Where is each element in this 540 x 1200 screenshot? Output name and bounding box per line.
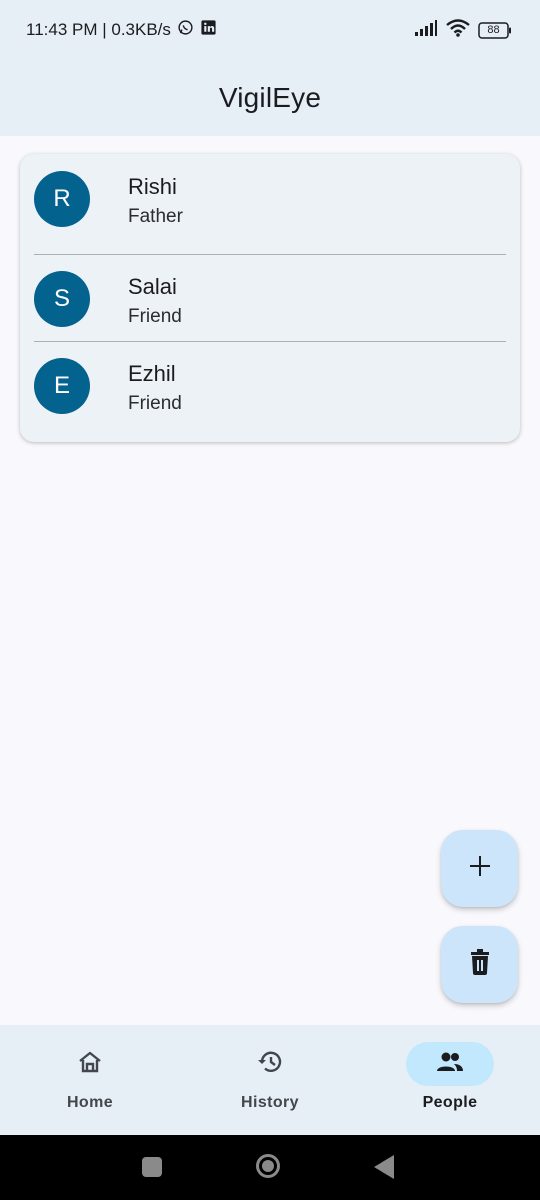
home-icon bbox=[77, 1050, 103, 1079]
nav-item-home[interactable]: Home bbox=[0, 1025, 180, 1135]
system-navigation-bar bbox=[0, 1135, 540, 1200]
status-right: 88 bbox=[414, 18, 512, 42]
circle-icon bbox=[255, 1154, 281, 1183]
list-item[interactable]: S Salai Friend bbox=[20, 254, 520, 341]
bottom-navigation: Home History People bbox=[0, 1025, 540, 1135]
status-time: 11:43 PM | 0.3KB/s bbox=[26, 20, 171, 39]
battery-icon: 88 bbox=[478, 21, 512, 39]
app-bar: VigilEye bbox=[0, 60, 540, 136]
history-icon bbox=[256, 1049, 284, 1080]
person-name: Rishi bbox=[128, 174, 177, 199]
home-system-button[interactable] bbox=[255, 1153, 281, 1184]
people-icon bbox=[435, 1051, 465, 1078]
status-bar: 11:43 PM | 0.3KB/s 88 bbox=[0, 0, 540, 60]
back-button[interactable] bbox=[374, 1155, 394, 1184]
nav-pill bbox=[226, 1042, 314, 1086]
square-icon bbox=[142, 1157, 162, 1181]
person-name: Salai bbox=[128, 274, 177, 299]
battery-level: 88 bbox=[487, 23, 500, 36]
signal-icon bbox=[414, 19, 438, 41]
whatsapp-icon bbox=[177, 19, 194, 41]
avatar: S bbox=[34, 271, 90, 327]
nav-label: History bbox=[241, 1094, 299, 1111]
wifi-icon bbox=[446, 18, 470, 42]
trash-icon bbox=[468, 949, 492, 980]
nav-pill-active bbox=[406, 1042, 494, 1086]
nav-pill bbox=[46, 1042, 134, 1086]
person-relation: Friend bbox=[128, 306, 182, 327]
list-item[interactable]: E Ezhil Friend bbox=[20, 341, 520, 428]
people-list-card: R Rishi Father S Salai Friend E Ezhil Fr… bbox=[20, 154, 520, 442]
delete-person-button[interactable] bbox=[441, 926, 518, 1003]
recents-button[interactable] bbox=[142, 1157, 162, 1182]
avatar: E bbox=[34, 358, 90, 414]
page-title: VigilEye bbox=[218, 82, 322, 113]
avatar: R bbox=[34, 171, 90, 227]
status-left: 11:43 PM | 0.3KB/s bbox=[26, 19, 217, 41]
add-person-button[interactable] bbox=[441, 830, 518, 907]
linkedin-icon bbox=[200, 19, 217, 41]
person-relation: Father bbox=[128, 206, 183, 227]
nav-label: Home bbox=[66, 1094, 114, 1111]
nav-item-people[interactable]: People bbox=[360, 1025, 540, 1135]
back-triangle-icon bbox=[374, 1155, 394, 1183]
nav-label: People bbox=[422, 1094, 478, 1111]
person-name: Ezhil bbox=[128, 361, 176, 386]
nav-item-history[interactable]: History bbox=[180, 1025, 360, 1135]
plus-icon bbox=[468, 854, 492, 883]
list-item[interactable]: R Rishi Father bbox=[20, 154, 520, 241]
person-relation: Friend bbox=[128, 393, 182, 414]
